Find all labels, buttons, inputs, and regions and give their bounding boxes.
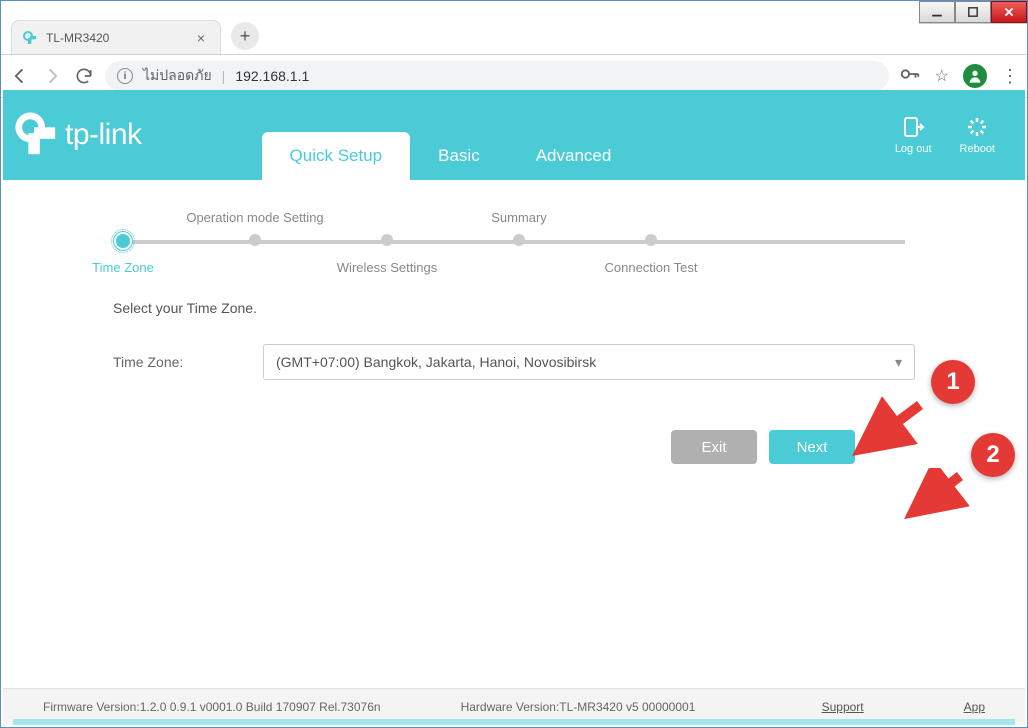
firmware-version-text: Firmware Version:1.2.0 0.9.1 v0001.0 Bui… [43, 700, 381, 714]
reboot-icon [965, 115, 989, 139]
app-link[interactable]: App [964, 700, 985, 714]
tab-basic[interactable]: Basic [410, 132, 508, 180]
security-status-text: ไม่ปลอดภัย [143, 65, 212, 87]
next-button[interactable]: Next [769, 430, 855, 464]
exit-button[interactable]: Exit [671, 430, 757, 464]
separator: | [222, 68, 226, 84]
annotation-marker-1: 1 [931, 360, 975, 404]
window-maximize-button[interactable] [955, 1, 991, 23]
logout-icon [901, 115, 925, 139]
step-wireless-settings: Wireless Settings [317, 210, 457, 246]
tplink-favicon-icon [22, 30, 38, 46]
hardware-version-text: Hardware Version:TL-MR3420 v5 00000001 [461, 700, 696, 714]
annotation-marker-2: 2 [971, 433, 1015, 477]
nav-forward-button [41, 65, 63, 87]
logout-button[interactable]: Log out [895, 115, 932, 155]
bookmark-star-icon[interactable]: ☆ [935, 66, 949, 86]
nav-reload-button[interactable] [73, 65, 95, 87]
support-link[interactable]: Support [822, 700, 864, 714]
key-icon[interactable] [899, 63, 921, 90]
timezone-value: (GMT+07:00) Bangkok, Jakarta, Hanoi, Nov… [276, 354, 596, 370]
address-bar[interactable]: i ไม่ปลอดภัย | 192.168.1.1 [105, 61, 889, 91]
profile-avatar[interactable] [963, 64, 987, 88]
window-close-button[interactable] [991, 1, 1027, 23]
reboot-button[interactable]: Reboot [960, 115, 995, 155]
step-operation-mode: Operation mode Setting [185, 210, 325, 246]
browser-menu-icon[interactable]: ⋮ [1001, 66, 1019, 87]
annotation-arrow-1 [850, 395, 930, 465]
tab-quick-setup[interactable]: Quick Setup [262, 132, 411, 180]
tab-title: TL-MR3420 [46, 31, 109, 45]
step-summary: Summary [449, 210, 589, 246]
tab-advanced[interactable]: Advanced [508, 132, 640, 180]
annotation-arrow-2 [900, 468, 970, 528]
instruction-text: Select your Time Zone. [113, 300, 915, 316]
timezone-label: Time Zone: [113, 354, 263, 370]
step-time-zone: Time Zone [53, 210, 193, 248]
chevron-down-icon: ▾ [895, 354, 902, 371]
nav-back-button[interactable] [9, 65, 31, 87]
step-connection-test: Connection Test [581, 210, 721, 246]
new-tab-button[interactable]: + [231, 22, 259, 50]
window-minimize-button[interactable] [919, 1, 955, 23]
tab-close-icon[interactable]: × [192, 29, 210, 47]
url-text: 192.168.1.1 [235, 68, 309, 84]
horizontal-scrollbar[interactable] [13, 719, 1015, 725]
brand-text: tp-link [65, 118, 142, 152]
tplink-logo: tp-link [13, 112, 142, 158]
info-icon: i [117, 68, 133, 84]
timezone-select[interactable]: (GMT+07:00) Bangkok, Jakarta, Hanoi, Nov… [263, 344, 915, 380]
browser-tab[interactable]: TL-MR3420 × [11, 20, 221, 54]
